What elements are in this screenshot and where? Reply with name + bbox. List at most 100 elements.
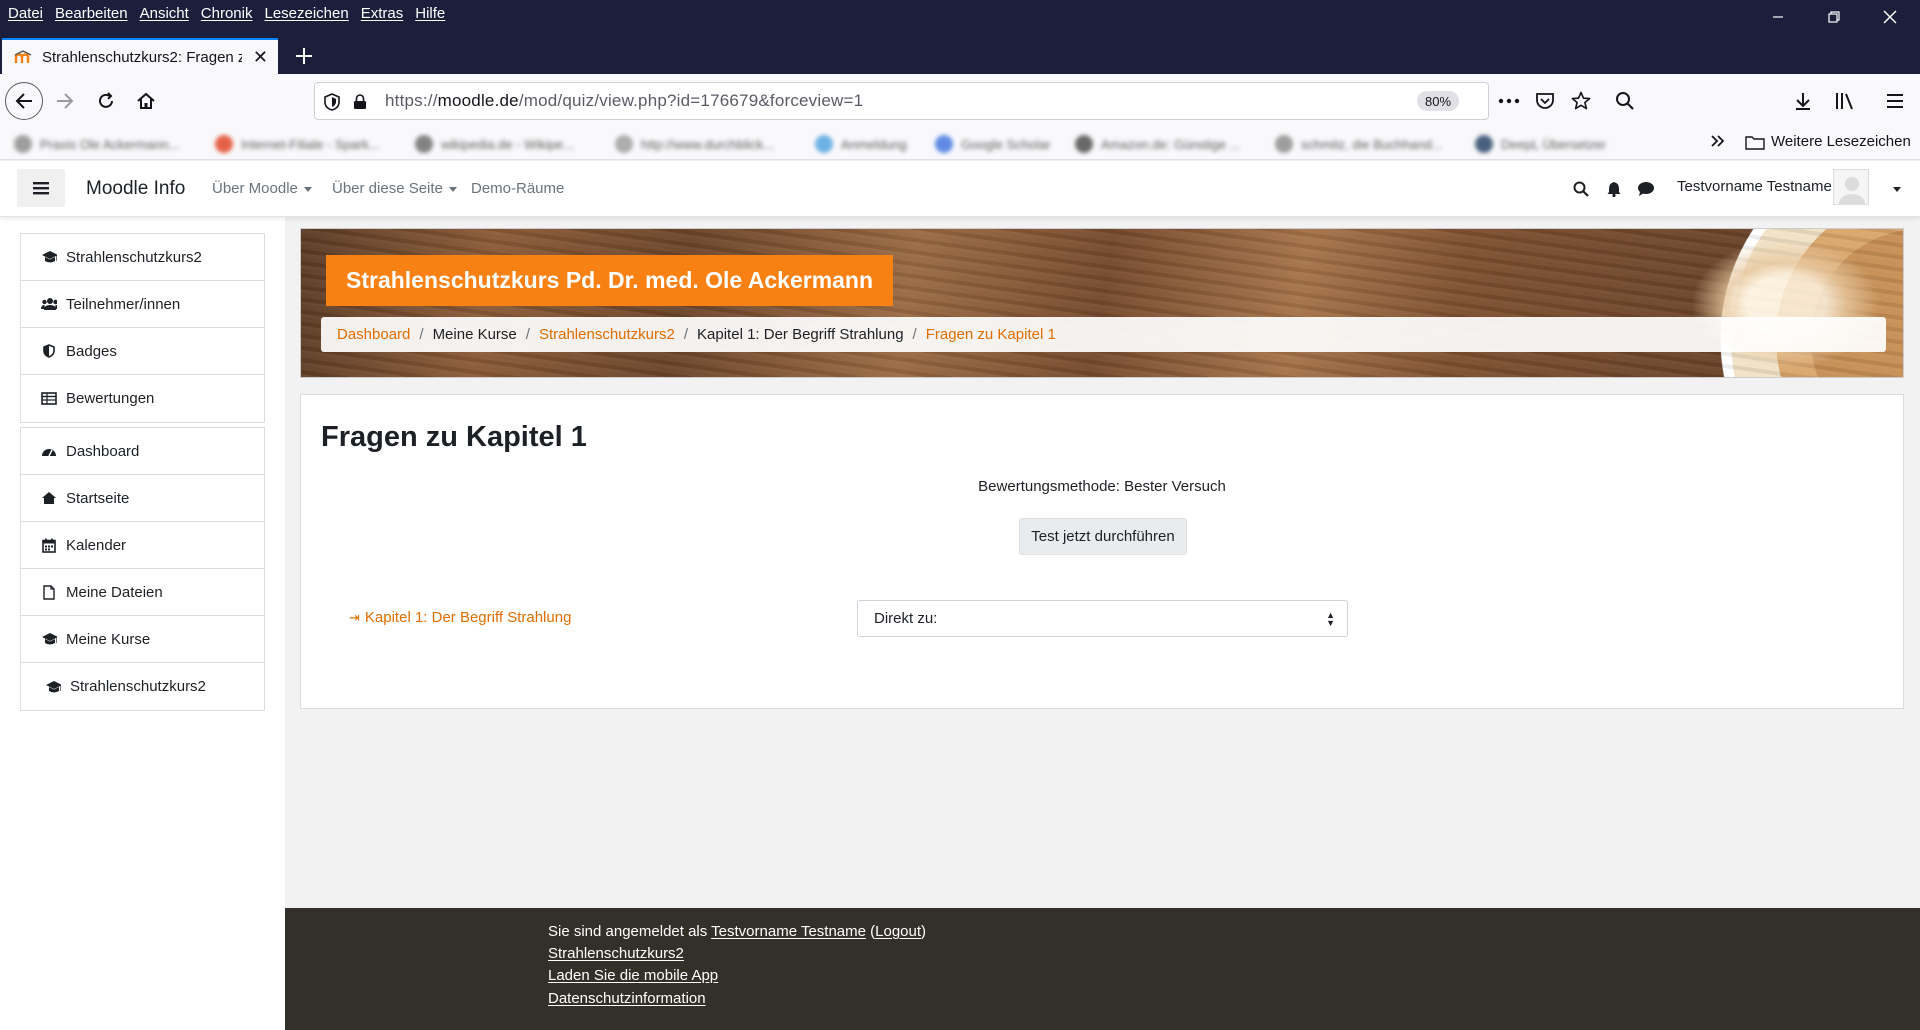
library-button[interactable] — [1830, 86, 1860, 116]
breadcrumb-section: Kapitel 1: Der Begriff Strahlung — [697, 326, 904, 343]
tracking-shield-icon[interactable] — [319, 89, 345, 115]
notifications-bell-icon[interactable] — [1604, 179, 1624, 199]
footer-paren-open: ( — [865, 923, 876, 940]
caret-down-icon — [448, 186, 457, 192]
reload-button[interactable] — [87, 82, 125, 120]
menu-ueber-moodle-label: Über Moodle — [212, 180, 298, 197]
bookmarks-toolbar: Praxis Ole Ackermann... Internet-Filiale… — [0, 128, 1920, 160]
bookmark-item[interactable]: Internet-Filiale - Spark... — [215, 134, 380, 154]
sidebar-item-label: Teilnehmer/innen — [66, 295, 181, 313]
file-icon — [41, 584, 57, 600]
url-bar[interactable]: https://moodle.de/mod/quiz/view.php?id=1… — [314, 82, 1489, 120]
more-horizontal-icon — [1498, 98, 1520, 104]
other-bookmarks-folder[interactable]: Weitere Lesezeichen — [1745, 133, 1911, 150]
breadcrumb-separator: / — [683, 326, 689, 343]
menu-bearbeiten[interactable]: Bearbeiten — [55, 5, 128, 22]
bookmark-item[interactable]: wikipedia.de - Wikipe... — [415, 134, 574, 154]
close-icon — [1883, 10, 1897, 24]
arrow-left-icon — [15, 93, 32, 109]
user-menu-name[interactable]: Testvorname Testname — [1677, 178, 1832, 195]
bookmark-star-button[interactable] — [1566, 86, 1596, 116]
zoom-level-badge[interactable]: 80% — [1417, 91, 1459, 111]
drawer-toggle-button[interactable] — [17, 169, 65, 207]
bookmark-item[interactable]: schmitz, die Buchhand... — [1275, 134, 1443, 154]
breadcrumb-dashboard[interactable]: Dashboard — [337, 326, 410, 343]
menu-chronik[interactable]: Chronik — [201, 5, 253, 22]
bookmarks-overflow-chevron-icon[interactable] — [1710, 132, 1726, 153]
moodle-navbar: Moodle Info Über Moodle Über diese Seite… — [0, 161, 1920, 217]
previous-activity-link[interactable]: ⇥ Kapitel 1: Der Begriff Strahlung — [349, 609, 571, 626]
footer-logout-link[interactable]: Logout — [875, 923, 921, 940]
bookmark-item[interactable]: Amazon.de: Günstige ... — [1075, 134, 1240, 154]
home-button[interactable] — [127, 82, 165, 120]
sidebar-item-dashboard[interactable]: Dashboard — [21, 428, 264, 475]
tab-close-icon[interactable]: ✕ — [253, 47, 268, 68]
graduation-cap-icon — [41, 631, 57, 647]
menu-ueber-diese-seite[interactable]: Über diese Seite — [332, 180, 457, 197]
forward-button[interactable] — [46, 82, 84, 120]
start-attempt-button[interactable]: Test jetzt durchführen — [1019, 518, 1187, 555]
home-icon — [41, 490, 57, 506]
avatar[interactable] — [1833, 169, 1869, 205]
bookmark-item[interactable]: Google Scholar — [935, 134, 1051, 154]
sidebar-item-files[interactable]: Meine Dateien — [21, 569, 264, 616]
footer-privacy-link[interactable]: Datenschutzinformation — [548, 990, 706, 1007]
menu-ueber-diese-seite-label: Über diese Seite — [332, 180, 443, 197]
hamburger-menu-icon — [33, 182, 49, 195]
bookmark-item[interactable]: DeepL Übersetzer — [1475, 134, 1606, 154]
sidebar-item-label: Meine Kurse — [66, 630, 151, 648]
menu-extras[interactable]: Extras — [361, 5, 404, 22]
search-button[interactable] — [1610, 86, 1640, 116]
app-menu-button[interactable] — [1880, 86, 1910, 116]
sidebar-item-label: Badges — [66, 342, 117, 360]
search-toggle-icon[interactable] — [1571, 179, 1591, 199]
breadcrumb-course[interactable]: Strahlenschutzkurs2 — [539, 326, 675, 343]
menu-lesezeichen[interactable]: Lesezeichen — [264, 5, 348, 22]
jump-to-select[interactable]: Direkt zu: ▲ ▼ — [857, 600, 1348, 637]
footer-course-link[interactable]: Strahlenschutzkurs2 — [548, 945, 684, 962]
breadcrumb-current-quiz[interactable]: Fragen zu Kapitel 1 — [926, 326, 1056, 343]
sidebar-item-calendar[interactable]: Kalender — [21, 522, 264, 569]
caret-down-icon — [303, 186, 312, 192]
messages-chat-icon[interactable] — [1636, 179, 1656, 199]
url-text[interactable]: https://moodle.de/mod/quiz/view.php?id=1… — [385, 91, 863, 111]
graduation-cap-icon — [41, 249, 57, 265]
site-name[interactable]: Moodle Info — [86, 178, 185, 200]
page-actions-button[interactable] — [1494, 86, 1524, 116]
folder-icon — [1745, 135, 1765, 150]
menu-hilfe[interactable]: Hilfe — [415, 5, 445, 22]
sidebar-item-badges[interactable]: Badges — [21, 328, 264, 375]
back-button[interactable] — [5, 82, 43, 120]
downloads-button[interactable] — [1788, 86, 1818, 116]
tab-title: Strahlenschutzkurs2: Fragen zu K — [42, 48, 242, 66]
dashboard-icon — [41, 443, 57, 459]
lock-icon[interactable] — [347, 89, 373, 115]
pocket-button[interactable] — [1530, 86, 1560, 116]
menu-demo-raeume[interactable]: Demo-Räume — [471, 180, 564, 197]
footer-login-info: Sie sind angemeldet als Testvorname Test… — [548, 923, 926, 940]
url-domain: moodle.de — [437, 91, 519, 110]
footer-mobile-app-link[interactable]: Laden Sie die mobile App — [548, 967, 718, 984]
bookmark-item[interactable]: http://www.durchblick... — [615, 134, 774, 154]
bookmark-item[interactable]: Praxis Ole Ackermann... — [14, 134, 179, 154]
menu-ansicht[interactable]: Ansicht — [140, 5, 189, 22]
menu-ueber-moodle[interactable]: Über Moodle — [212, 180, 312, 197]
bookmark-item[interactable]: Anmeldung — [815, 134, 907, 154]
sidebar-item-my-courses[interactable]: Meine Kurse — [21, 616, 264, 663]
menu-datei[interactable]: Datei — [8, 5, 43, 22]
new-tab-button[interactable] — [288, 40, 320, 72]
breadcrumb-separator: / — [525, 326, 530, 343]
url-path: /mod/quiz/view.php?id=176679&forceview=1 — [518, 91, 864, 110]
footer-user-link[interactable]: Testvorname Testname — [711, 923, 866, 940]
breadcrumb-separator: / — [912, 326, 917, 343]
browser-tab-active[interactable]: Strahlenschutzkurs2: Fragen zu K ✕ — [2, 38, 278, 74]
sidebar-item-participants[interactable]: Teilnehmer/innen — [21, 281, 264, 328]
sidebar-item-label: Kalender — [66, 536, 127, 554]
sidebar-item-course-strahlenschutzkurs2[interactable]: Strahlenschutzkurs2 — [21, 663, 264, 710]
sidebar-item-grades[interactable]: Bewertungen — [21, 375, 264, 422]
sidebar-item-course[interactable]: Strahlenschutzkurs2 — [21, 234, 264, 281]
user-menu-caret-icon[interactable] — [1893, 187, 1901, 192]
site-nav-block: Dashboard Startseite Kalender Meine Date… — [20, 427, 265, 711]
page-footer: Sie sind angemeldet als Testvorname Test… — [285, 908, 1920, 1030]
sidebar-item-startseite[interactable]: Startseite — [21, 475, 264, 522]
